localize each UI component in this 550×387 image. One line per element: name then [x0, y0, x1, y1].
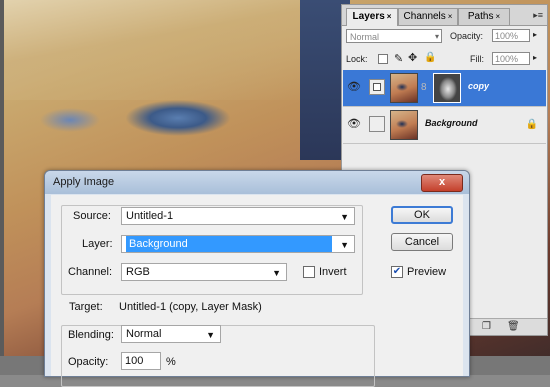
preview-label: Preview	[407, 266, 447, 278]
visibility-eye-icon[interactable]: 👁	[347, 80, 361, 94]
lock-label: Lock:	[346, 54, 368, 64]
dialog-titlebar[interactable]: Apply Image x	[45, 171, 469, 194]
palette-menu-icon[interactable]: ▸≡	[533, 10, 543, 21]
chevron-down-icon: ▼	[272, 268, 281, 278]
target-value: Untitled-1 (copy, Layer Mask)	[119, 301, 262, 313]
lock-paint-icon[interactable]: ✎	[394, 52, 403, 65]
lock-all-icon[interactable]: 🔒	[424, 52, 436, 63]
invert-label: Invert	[319, 266, 347, 278]
layer-link-box[interactable]	[369, 79, 385, 95]
layer-lock-icon: 🔒	[525, 119, 538, 130]
layer-row-background[interactable]: 👁 Background 🔒	[343, 107, 546, 144]
palette-tabs: Layers × Channels × Paths × ▸≡	[342, 5, 547, 26]
fill-label: Fill:	[470, 54, 484, 64]
fill-field[interactable]: 100%	[492, 52, 530, 65]
layer-name: copy	[468, 81, 490, 91]
apply-image-dialog: Apply Image x Source: Untitled-1 ▼ Layer:…	[44, 170, 470, 387]
layer-name: Background	[425, 118, 478, 128]
opacity-unit: %	[166, 356, 176, 368]
blend-mode-select[interactable]: Normal ▾	[346, 29, 442, 43]
lock-transparency-icon[interactable]	[378, 54, 388, 64]
tab-paths[interactable]: Paths ×	[458, 8, 510, 25]
close-button[interactable]: x	[421, 174, 463, 192]
opacity-arrow-icon[interactable]: ▸	[533, 30, 537, 39]
layer-label: Layer:	[82, 238, 113, 250]
layer-link-box[interactable]	[369, 116, 385, 132]
preview-checkbox[interactable]: ✔	[391, 266, 403, 278]
cancel-button[interactable]: Cancel	[391, 233, 453, 251]
chevron-down-icon: ▾	[434, 32, 439, 41]
canvas-hair-highlight	[0, 0, 330, 100]
chevron-down-icon: ▼	[340, 212, 349, 222]
ok-button[interactable]: OK	[391, 206, 453, 224]
trash-icon[interactable]: 🗑	[507, 321, 520, 332]
chevron-down-icon: ▼	[340, 240, 349, 250]
source-label: Source:	[73, 210, 111, 222]
channel-select[interactable]: RGB ▼	[121, 263, 287, 281]
dialog-body: Source: Untitled-1 ▼ Layer: Background ▼ C…	[51, 195, 463, 387]
opacity-input[interactable]: 100	[121, 352, 161, 370]
layer-select[interactable]: Background ▼	[121, 235, 355, 253]
layer-mask-thumbnail[interactable]	[433, 73, 461, 103]
dialog-title: Apply Image	[53, 176, 115, 188]
invert-checkbox[interactable]	[303, 266, 315, 278]
lock-move-icon[interactable]: ✥	[408, 51, 417, 64]
canvas-frame-left	[0, 0, 4, 375]
blending-label: Blending:	[68, 329, 114, 341]
blending-select[interactable]: Normal ▼	[121, 325, 221, 343]
opacity-label: Opacity:	[68, 356, 109, 368]
close-icon: x	[438, 176, 446, 188]
layer-thumbnail	[390, 73, 418, 103]
tab-channels[interactable]: Channels ×	[398, 8, 458, 25]
target-label: Target:	[69, 301, 103, 313]
channel-label: Channel:	[68, 266, 113, 278]
layer-thumbnail	[390, 110, 418, 140]
visibility-eye-icon[interactable]: 👁	[347, 117, 361, 131]
tab-layers[interactable]: Layers ×	[346, 8, 398, 26]
layer-row-copy[interactable]: 👁 8 copy	[343, 70, 546, 107]
chain-link-icon[interactable]: 8	[421, 82, 427, 93]
chevron-down-icon: ▼	[206, 330, 215, 340]
source-select[interactable]: Untitled-1 ▼	[121, 207, 355, 225]
new-layer-icon[interactable]: ❐	[482, 321, 491, 332]
opacity-field[interactable]: 100%	[492, 29, 530, 42]
fill-arrow-icon[interactable]: ▸	[533, 53, 537, 62]
opacity-label: Opacity:	[450, 31, 484, 41]
